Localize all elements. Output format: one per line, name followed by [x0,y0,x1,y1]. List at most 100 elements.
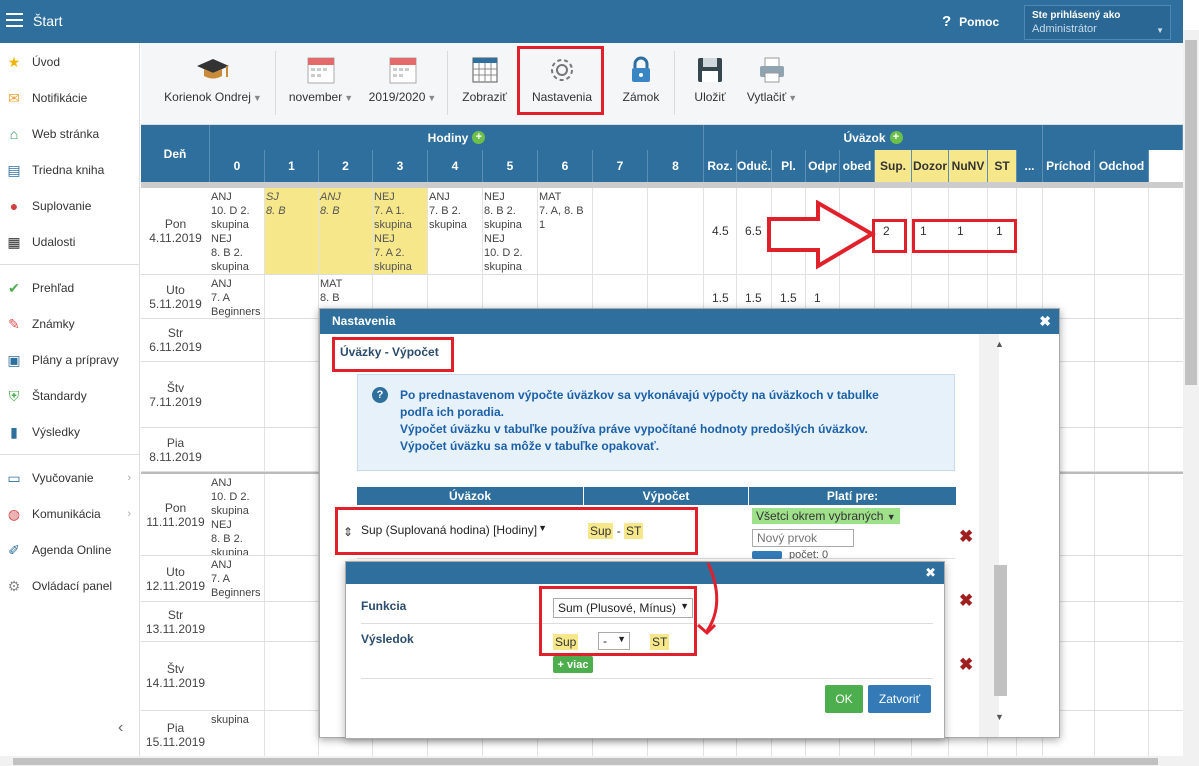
lesson-cell[interactable] [210,602,265,641]
day-cell: Štv 7.11.2019 [141,362,210,427]
sidebar-item-label: Úvod [32,55,61,69]
function-highlight-box [539,586,697,656]
top-bar: Štart ? Pomoc Ste prihlásený ako Administ… [0,0,1183,43]
new-item-input[interactable] [752,529,854,547]
hour-col-2: 2 [319,150,373,182]
sidebar-item-label: Web stránka [32,127,100,141]
day-cell: Str 13.11.2019 [141,602,210,641]
hamburger-menu-icon[interactable] [6,13,23,27]
check-circle-icon: ✔ [8,279,20,296]
help-label: Pomoc [959,15,1000,29]
save-button[interactable]: Uložiť [686,55,734,104]
lesson-cell[interactable] [265,362,319,427]
day-date: 13.11.2019 [145,621,206,636]
lesson-cell[interactable]: skupina [210,711,265,756]
applies-select[interactable]: Všetci okrem vybraných ▼ [752,508,900,524]
ok-button[interactable]: OK [825,685,863,713]
sidebar-item-13[interactable]: ✐ Agenda Online [0,535,139,565]
sidebar-item-6[interactable]: ✔ Prehľad [0,273,139,303]
sidebar-item-1[interactable]: ✉ Notifikácie [0,83,139,113]
lesson-cell[interactable]: SJ 8. B [265,188,319,274]
load-cell [1095,642,1149,710]
lock-button[interactable]: Zámok [616,55,666,104]
delete-x-icon[interactable]: ✖ [959,527,973,547]
horizontal-scroll-thumb[interactable] [13,758,1158,765]
chevron-right-icon: › [127,472,131,484]
day-cell: Pon 4.11.2019 [141,188,210,274]
lesson-cell[interactable] [210,319,265,361]
help-link[interactable]: ? Pomoc [942,13,999,30]
sidebar-item-4[interactable]: ● Suplovanie [0,191,139,221]
lesson-cell[interactable]: ANJ 10. D 2. skupina NEJ 8. B 2. skupina [210,474,265,555]
month-select[interactable]: november ▼ [286,55,356,104]
lesson-cell[interactable]: MAT 7. A, 8. B 1 [538,188,593,274]
lesson-cell[interactable] [648,188,704,274]
lesson-cell[interactable] [210,428,265,471]
load-highlight-box [912,219,1017,253]
toolbar: Korienok Ondrej ▼ november ▼ 2019/2020 ▼ Zo… [141,43,1183,125]
sidebar-item-7[interactable]: ✎ Známky [0,309,139,339]
dialog-scroll-thumb[interactable] [994,565,1007,696]
load-cell [1017,188,1043,274]
lesson-cell[interactable] [265,642,319,710]
scroll-down-icon[interactable]: ▼ [995,712,1004,722]
sidebar-item-3[interactable]: ▤ Triedna kniha [0,155,139,185]
print-button[interactable]: Vytlačiť ▼ [741,55,803,104]
load-col: ... [1017,150,1043,182]
user-dropdown[interactable]: Ste prihlásený ako Administrátor ▼ [1024,5,1171,40]
sidebar-item-5[interactable]: ▦ Udalosti [0,227,139,257]
collapse-sidebar-icon[interactable]: ‹ [118,719,123,737]
extra-header [1043,125,1183,150]
load-col: Odchod [1095,150,1149,182]
add-plus-icon[interactable]: + [889,131,903,144]
result-label: Výsledok [361,632,414,646]
day-date: 5.11.2019 [149,296,202,311]
delete-x-icon[interactable]: ✖ [959,591,973,611]
day-name: Štv [166,380,185,395]
dialog-header: Nastavenia ✖ [320,309,1059,334]
add-plus-icon[interactable]: + [472,131,486,144]
day-cell: Pon 11.11.2019 [141,474,210,555]
print-label: Vytlačiť [746,90,787,104]
lesson-cell[interactable] [265,275,319,318]
lesson-cell[interactable] [265,474,319,555]
load-cell [1043,188,1095,274]
sidebar-item-9[interactable]: ⛨ Štandardy [0,381,139,411]
show-button[interactable]: Zobraziť [457,55,512,104]
delete-x-icon[interactable]: ✖ [959,655,973,675]
lesson-cell[interactable] [265,556,319,601]
sidebar-item-0[interactable]: ★ Úvod [0,47,139,77]
lesson-cell[interactable]: ANJ 8. B [319,188,373,274]
load-cell [1095,556,1149,601]
close-button[interactable]: Zatvoriť [868,685,931,713]
lesson-cell[interactable]: ANJ 7. A Beginners [210,556,265,601]
lesson-cell[interactable]: ANJ 7. A Beginners [210,275,265,318]
sidebar-item-14[interactable]: ⚙ Ovládací panel [0,571,139,601]
close-icon[interactable]: ✖ [1039,313,1051,330]
lesson-cell[interactable]: ANJ 7. B 2. skupina [428,188,483,274]
close-icon[interactable]: ✖ [925,565,936,581]
add-more-button[interactable]: + viac [553,656,593,673]
scroll-up-icon[interactable]: ▲ [995,339,1004,349]
lesson-cell[interactable] [265,319,319,361]
lesson-cell[interactable]: NEJ 8. B 2. skupina NEJ 10. D 2. skupina [483,188,538,274]
sidebar-item-10[interactable]: ▮ Výsledky [0,417,139,447]
page-scroll-thumb[interactable] [1185,40,1197,385]
lesson-cell[interactable] [210,642,265,710]
year-select[interactable]: 2019/2020 ▼ [365,55,440,104]
printer-icon [755,55,789,85]
sidebar-item-12[interactable]: ◍ Komunikácia › [0,499,139,529]
lesson-cell[interactable] [593,188,648,274]
lesson-cell[interactable] [265,428,319,471]
lesson-cell[interactable] [265,602,319,641]
lesson-cell[interactable] [210,362,265,427]
lesson-cell[interactable]: ANJ 10. D 2. skupina NEJ 8. B 2. skupina [210,188,265,274]
lesson-cell[interactable] [265,711,319,756]
teacher-select[interactable]: Korienok Ondrej ▼ [163,55,263,104]
load-cell [1095,711,1149,756]
sidebar-item-2[interactable]: ⌂ Web stránka [0,119,139,149]
sidebar-item-8[interactable]: ▣ Plány a prípravy [0,345,139,375]
lesson-cell[interactable]: NEJ 7. A 1. skupina NEJ 7. A 2. skupina [373,188,428,274]
hour-col-8: 8 [648,150,704,182]
sidebar-item-11[interactable]: ▭ Vyučovanie › [0,463,139,493]
